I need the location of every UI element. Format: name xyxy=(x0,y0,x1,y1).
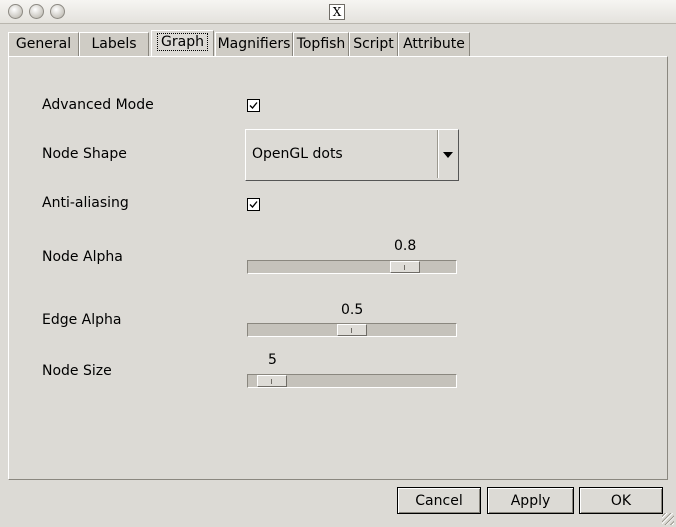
maximize-window-button[interactable] xyxy=(50,4,65,19)
advanced-mode-checkbox[interactable] xyxy=(247,99,260,112)
apply-button[interactable]: Apply xyxy=(487,487,574,514)
tab-magnifiers[interactable]: Magnifiers xyxy=(215,32,293,56)
tab-labels[interactable]: Labels xyxy=(79,32,149,56)
slider-thumb[interactable] xyxy=(257,375,287,387)
tab-script[interactable]: Script xyxy=(349,32,398,56)
resize-grip-icon[interactable] xyxy=(662,513,674,525)
slider-thumb[interactable] xyxy=(390,261,420,273)
close-window-button[interactable] xyxy=(8,4,23,19)
tab-label: Labels xyxy=(91,36,137,52)
tab-label: Topfish xyxy=(296,36,346,52)
minimize-window-button[interactable] xyxy=(29,4,44,19)
node-size-value: 5 xyxy=(268,352,277,368)
tab-label: General xyxy=(15,36,72,52)
node-alpha-slider[interactable] xyxy=(247,260,457,274)
node-alpha-value: 0.8 xyxy=(394,238,417,254)
tab-label: Graph xyxy=(157,33,208,51)
ok-button[interactable]: OK xyxy=(579,487,663,514)
edge-alpha-label: Edge Alpha xyxy=(42,312,122,328)
chevron-down-icon[interactable] xyxy=(443,152,453,158)
node-shape-dropdown[interactable]: OpenGL dots xyxy=(245,129,459,181)
node-shape-label: Node Shape xyxy=(42,146,127,162)
tab-label: Attribute xyxy=(403,36,465,52)
dropdown-separator xyxy=(437,130,439,178)
tab-general[interactable]: General xyxy=(8,32,79,56)
title-bar: X xyxy=(0,0,676,24)
cancel-button[interactable]: Cancel xyxy=(397,487,481,514)
node-size-label: Node Size xyxy=(42,363,112,379)
tab-label: Magnifiers xyxy=(217,36,291,52)
checkmark-icon xyxy=(249,102,258,109)
tab-label: Script xyxy=(353,36,394,52)
node-alpha-label: Node Alpha xyxy=(42,249,123,265)
x-window-icon: X xyxy=(329,4,345,20)
tab-topfish[interactable]: Topfish xyxy=(293,32,349,56)
anti-aliasing-label: Anti-aliasing xyxy=(42,195,129,211)
node-shape-value: OpenGL dots xyxy=(252,146,343,162)
checkmark-icon xyxy=(249,201,258,208)
edge-alpha-value: 0.5 xyxy=(341,302,364,318)
edge-alpha-slider[interactable] xyxy=(247,323,457,337)
advanced-mode-label: Advanced Mode xyxy=(42,97,154,113)
tab-attribute[interactable]: Attribute xyxy=(398,32,470,56)
tab-graph[interactable]: Graph xyxy=(151,30,214,57)
node-size-slider[interactable] xyxy=(247,374,457,388)
anti-aliasing-checkbox[interactable] xyxy=(247,198,260,211)
slider-thumb[interactable] xyxy=(337,324,367,336)
